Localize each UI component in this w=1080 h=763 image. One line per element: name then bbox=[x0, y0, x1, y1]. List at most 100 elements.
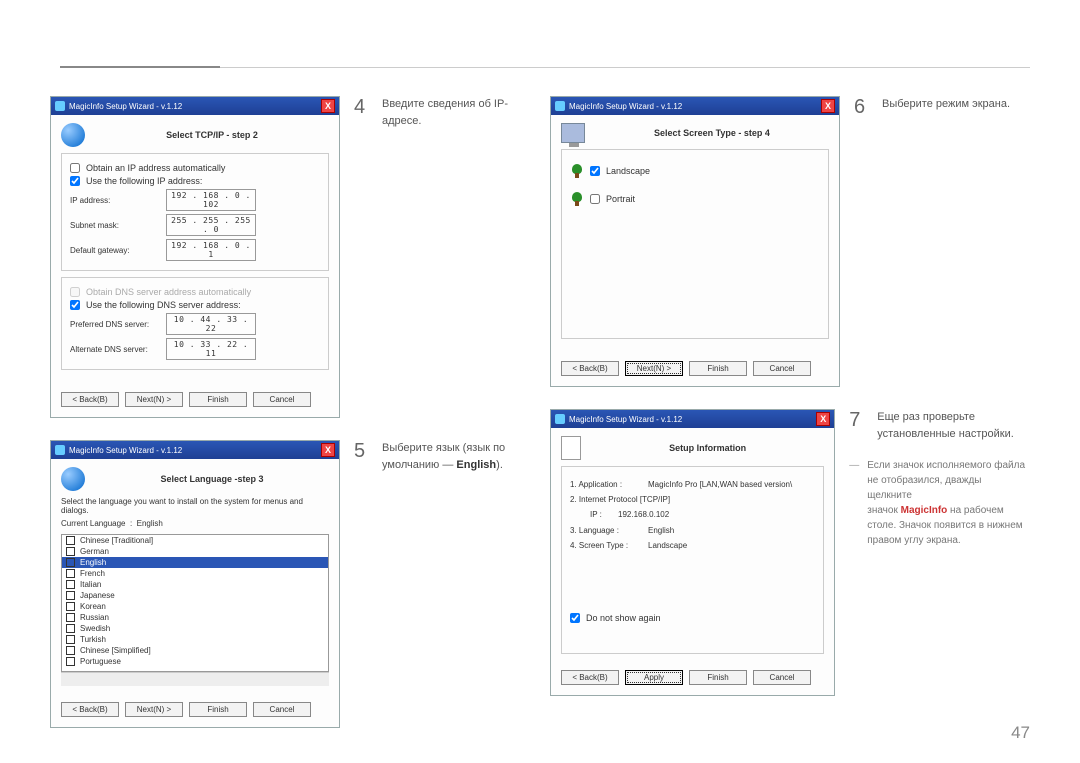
lang-item-label: Italian bbox=[80, 580, 101, 589]
lang-item[interactable]: Russian bbox=[62, 612, 328, 623]
step6-number: 6 bbox=[854, 96, 872, 119]
finish-button[interactable]: Finish bbox=[189, 702, 247, 717]
lang-item[interactable]: Chinese [Traditional] bbox=[62, 535, 328, 546]
step-heading: Setup Information bbox=[591, 443, 824, 453]
step-heading: Select Language -step 3 bbox=[95, 474, 329, 484]
obtain-ip-auto-label: Obtain an IP address automatically bbox=[86, 163, 225, 173]
square-icon bbox=[66, 635, 75, 644]
lang-item-label: French bbox=[80, 569, 105, 578]
subnet-field[interactable]: 255 . 255 . 255 . 0 bbox=[166, 214, 256, 236]
square-icon bbox=[66, 558, 75, 567]
square-icon bbox=[66, 536, 75, 545]
lang-item[interactable]: Japanese bbox=[62, 590, 328, 601]
close-icon[interactable]: X bbox=[821, 99, 835, 113]
titlebar: MagicInfo Setup Wizard - v.1.12 X bbox=[51, 97, 339, 115]
wizard-step7-dialog: MagicInfo Setup Wizard - v.1.12 X Setup … bbox=[550, 409, 835, 696]
portrait-label: Portrait bbox=[606, 194, 635, 204]
lang-item[interactable]: Swedish bbox=[62, 623, 328, 634]
cancel-button[interactable]: Cancel bbox=[753, 361, 811, 376]
close-icon[interactable]: X bbox=[816, 412, 830, 426]
landscape-label: Landscape bbox=[606, 166, 650, 176]
finish-button[interactable]: Finish bbox=[189, 392, 247, 407]
cancel-button[interactable]: Cancel bbox=[253, 392, 311, 407]
close-icon[interactable]: X bbox=[321, 99, 335, 113]
lang-item-label: Chinese [Traditional] bbox=[80, 536, 153, 545]
lang-item[interactable]: German bbox=[62, 546, 328, 557]
alt-dns-field[interactable]: 10 . 33 . 22 . 11 bbox=[166, 338, 256, 360]
gateway-field[interactable]: 192 . 168 . 0 . 1 bbox=[166, 239, 256, 261]
landscape-checkbox[interactable] bbox=[590, 166, 600, 176]
header-rule-thick bbox=[60, 66, 220, 68]
subnet-label: Subnet mask: bbox=[70, 221, 160, 230]
step5-number: 5 bbox=[354, 440, 372, 473]
square-icon bbox=[66, 591, 75, 600]
summary-area: 1. Application :MagicInfo Pro [LAN,WAN b… bbox=[561, 466, 824, 654]
title-text: MagicInfo Setup Wizard - v.1.12 bbox=[69, 102, 182, 111]
lang-item[interactable]: Turkish bbox=[62, 634, 328, 645]
tree-icon bbox=[570, 164, 584, 178]
apply-button[interactable]: Apply bbox=[625, 670, 683, 685]
finish-button[interactable]: Finish bbox=[689, 670, 747, 685]
square-icon bbox=[66, 602, 75, 611]
lang-item[interactable]: Portuguese bbox=[62, 656, 328, 667]
title-text: MagicInfo Setup Wizard - v.1.12 bbox=[69, 446, 182, 455]
back-button[interactable]: < Back(B) bbox=[561, 361, 619, 376]
cancel-button[interactable]: Cancel bbox=[753, 670, 811, 685]
pref-dns-label: Preferred DNS server: bbox=[70, 320, 160, 329]
use-ip-checkbox[interactable] bbox=[70, 176, 80, 186]
pref-dns-field[interactable]: 10 . 44 . 33 . 22 bbox=[166, 313, 256, 335]
lang-item[interactable]: Korean bbox=[62, 601, 328, 612]
wizard-step6-dialog: MagicInfo Setup Wizard - v.1.12 X Select… bbox=[550, 96, 840, 387]
ip-label: IP address: bbox=[70, 196, 160, 205]
lang-item[interactable]: French bbox=[62, 568, 328, 579]
square-icon bbox=[66, 613, 75, 622]
next-button[interactable]: Next(N) > bbox=[125, 702, 183, 717]
lang-item[interactable]: Chinese [Simplified] bbox=[62, 645, 328, 656]
app-icon bbox=[55, 445, 65, 455]
lang-item-label: Russian bbox=[80, 613, 109, 622]
lang-item-label: Turkish bbox=[80, 635, 106, 644]
lang-item-label: German bbox=[80, 547, 109, 556]
next-button[interactable]: Next(N) > bbox=[625, 361, 683, 376]
square-icon bbox=[66, 646, 75, 655]
page-number: 47 bbox=[1011, 723, 1030, 743]
globe-icon bbox=[61, 467, 85, 491]
lang-item-label: Korean bbox=[80, 602, 106, 611]
lang-item[interactable]: Italian bbox=[62, 579, 328, 590]
language-listbox[interactable]: Chinese [Traditional] GermanEnglishFrench… bbox=[61, 534, 329, 672]
back-button[interactable]: < Back(B) bbox=[61, 702, 119, 717]
step6-text: Выберите режим экрана. bbox=[882, 96, 1010, 119]
step5-text: Выберите язык (язык поумолчанию — Englis… bbox=[382, 440, 505, 473]
back-button[interactable]: < Back(B) bbox=[561, 670, 619, 685]
titlebar: MagicInfo Setup Wizard - v.1.12 X bbox=[551, 410, 834, 428]
finish-button[interactable]: Finish bbox=[689, 361, 747, 376]
obtain-ip-auto-checkbox[interactable] bbox=[70, 163, 80, 173]
ip-field[interactable]: 192 . 168 . 0 . 102 bbox=[166, 189, 256, 211]
use-ip-label: Use the following IP address: bbox=[86, 176, 202, 186]
square-icon bbox=[66, 657, 75, 666]
use-dns-label: Use the following DNS server address: bbox=[86, 300, 241, 310]
tree-icon bbox=[570, 192, 584, 206]
next-button[interactable]: Next(N) > bbox=[125, 392, 183, 407]
close-icon[interactable]: X bbox=[321, 443, 335, 457]
square-icon bbox=[66, 569, 75, 578]
step7-text: Еще раз проверьтеустановленные настройки… bbox=[877, 409, 1014, 442]
lang-item-label: Swedish bbox=[80, 624, 110, 633]
lang-item[interactable]: English bbox=[62, 557, 328, 568]
obtain-dns-auto-checkbox bbox=[70, 287, 80, 297]
scrollbar-horizontal[interactable] bbox=[61, 672, 329, 686]
step4-number: 4 bbox=[354, 96, 372, 129]
titlebar: MagicInfo Setup Wizard - v.1.12 X bbox=[551, 97, 839, 115]
monitor-icon bbox=[561, 123, 585, 143]
globe-icon bbox=[61, 123, 85, 147]
square-icon bbox=[66, 547, 75, 556]
cancel-button[interactable]: Cancel bbox=[253, 702, 311, 717]
step-heading: Select Screen Type - step 4 bbox=[595, 128, 829, 138]
square-icon bbox=[66, 580, 75, 589]
back-button[interactable]: < Back(B) bbox=[61, 392, 119, 407]
portrait-checkbox[interactable] bbox=[590, 194, 600, 204]
use-dns-checkbox[interactable] bbox=[70, 300, 80, 310]
dont-show-checkbox[interactable] bbox=[570, 613, 580, 623]
header-rule-thin bbox=[220, 67, 1030, 68]
app-icon bbox=[55, 101, 65, 111]
